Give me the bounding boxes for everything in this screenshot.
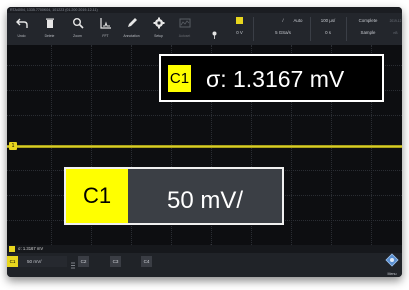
undo-label: Undo: [17, 34, 26, 38]
channel-3-tag: C3: [110, 256, 121, 267]
time-offset-value: 0 s: [325, 30, 331, 35]
oscilloscope-screen: RTA4004, 1335.7700K04, 101223 (01.200 20…: [7, 7, 402, 277]
fft-label: FFT: [102, 34, 109, 38]
stddev-callout-channel-tag: C1: [168, 65, 191, 92]
undo-button[interactable]: Undo: [9, 13, 34, 45]
channel-1-offset-marker[interactable]: 1: [9, 142, 17, 150]
measurement-result: σ: 1.3167 mV: [18, 246, 44, 251]
measurement-bar[interactable]: σ: 1.3167 mV: [7, 245, 402, 253]
instrument-info-text: RTA4004, 1335.7700K04, 101223 (01.200 20…: [10, 8, 98, 12]
channel-1-button[interactable]: C1 50 mV/: [7, 256, 67, 267]
scale-callout-channel-tag: C1: [66, 169, 128, 223]
grid-line: [7, 115, 402, 116]
trigger-position-icon[interactable]: [205, 238, 217, 252]
fft-icon: [93, 13, 118, 33]
channel-2-tag: C2: [78, 256, 89, 267]
stddev-callout-value: σ: 1.3167 mV: [206, 66, 345, 92]
menu-label: Menu: [387, 272, 397, 276]
autoset-icon: [172, 13, 197, 33]
setup-label: Setup: [154, 34, 163, 38]
trigger-status[interactable]: 0 V: [226, 15, 253, 43]
measurement-channel-swatch: [9, 246, 15, 252]
timebase-status[interactable]: 100 µs/ 0 s: [311, 15, 345, 43]
zoom-label: Zoom: [73, 34, 82, 38]
setup-button[interactable]: Setup: [146, 13, 171, 45]
channel-3-button[interactable]: C3: [110, 256, 121, 267]
magnifier-icon: [65, 13, 90, 33]
channel-1-tag: C1: [7, 256, 18, 267]
zoom-button[interactable]: Zoom: [65, 13, 90, 45]
acquisition-mode-value: Sample: [360, 30, 376, 35]
trigger-dot-icon: [212, 26, 217, 39]
channel-bar: C1 50 mV/ C2 C3 C4 Menu: [7, 253, 402, 277]
channel-1-waveform: [7, 145, 402, 148]
autoset-label: Autoset: [178, 34, 191, 38]
acquisition-state-value: Complete: [358, 18, 378, 23]
annotation-button[interactable]: Annotation: [119, 13, 144, 45]
trigger-level-value: 0 V: [236, 30, 243, 35]
acquisition-status[interactable]: Complete Sample: [347, 15, 389, 43]
channel-4-button[interactable]: C4: [141, 256, 152, 267]
undo-icon: [9, 13, 34, 33]
channel-4-tag: C4: [141, 256, 152, 267]
delete-button[interactable]: Delete: [37, 13, 62, 45]
annotation-label: Annotation: [123, 34, 140, 38]
delete-label: Delete: [44, 34, 55, 38]
menu-icon: [385, 253, 399, 267]
gear-icon: [146, 13, 171, 33]
pen-icon: [119, 13, 144, 33]
scale-callout-value: 50 mV/: [128, 169, 282, 223]
scale-callout: C1 50 mV/: [64, 167, 284, 225]
trash-icon: [37, 13, 62, 33]
stddev-callout: C1 σ: 1.3167 mV: [159, 54, 384, 102]
fft-button[interactable]: FFT: [93, 13, 118, 45]
toolbar: Undo Delete Zoom FFT Annotation Setup Au…: [7, 13, 402, 45]
channel-1-scale: 50 mV/: [27, 259, 42, 264]
corner-info: 2019-12 nB: [389, 19, 402, 35]
channel-2-button[interactable]: C2: [78, 256, 89, 267]
autoset-button[interactable]: Autoset: [172, 13, 197, 45]
trigger-source-indicator: [226, 15, 253, 27]
menu-button[interactable]: Menu: [383, 253, 401, 276]
channel-1-coupling-icon: [70, 257, 76, 269]
timebase-value: 100 µs/: [320, 18, 336, 23]
